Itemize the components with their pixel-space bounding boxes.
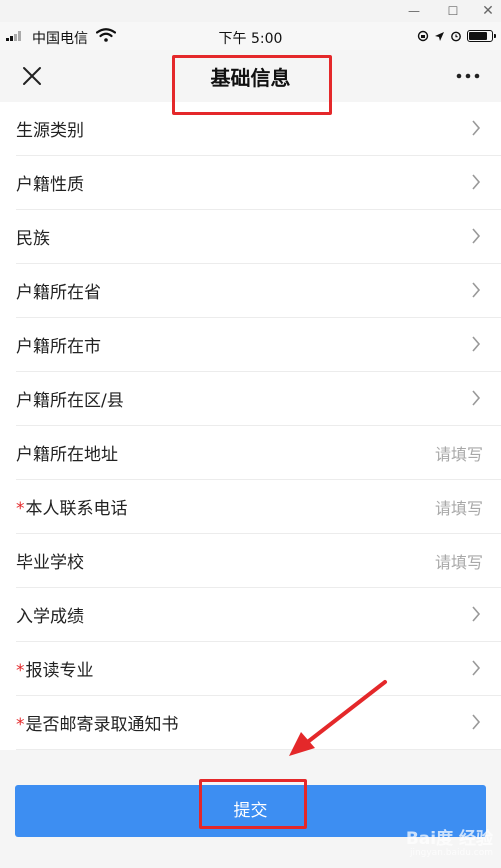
form-row-label: 生源类别 [16,116,84,141]
chevron-right-icon [472,282,481,298]
form-row-label: 户籍所在区/县 [16,386,124,411]
form-row-label-text: 报读专业 [25,661,94,681]
form-row-label: 户籍性质 [16,170,84,195]
chevron-right-icon [472,174,481,190]
baidu-watermark-logo: Bai度 经验 jingyan.baidu.com [403,812,493,862]
form-row[interactable]: 户籍性质 [16,156,501,210]
form-row-label-text: 本人联系电话 [25,499,128,519]
form-row-label: *本人联系电话 [16,494,128,519]
location-icon [435,31,444,41]
form-row[interactable]: 生源类别 [16,102,501,156]
chevron-right-icon [472,660,481,676]
form-row[interactable]: 户籍所在省 [16,264,501,318]
watermark-url: jingyan.baidu.com [409,848,493,858]
form-row-label: 户籍所在市 [16,332,101,357]
chevron-right-icon [472,228,481,244]
form-row[interactable]: *本人联系电话 请填写 [16,480,501,534]
window-close-icon[interactable]: ✕ [478,2,498,20]
form-row-label: 户籍所在省 [16,278,101,303]
battery-icon [467,30,496,42]
chevron-right-icon [472,336,481,352]
form-row-label: 毕业学校 [16,548,84,573]
form-row-label-text: 民族 [16,229,50,249]
chevron-right-icon [472,714,481,730]
required-mark: * [16,715,25,735]
form-row-label-text: 户籍所在省 [16,283,101,303]
form-row-label-text: 户籍所在市 [16,337,101,357]
form-row-label: 民族 [16,224,50,249]
required-mark: * [16,499,25,519]
submit-highlight-box [199,779,307,829]
form-row-label-text: 户籍所在区/县 [16,391,124,411]
watermark-text: Bai度 经验 [405,829,493,849]
form-row-label-text: 生源类别 [16,121,84,141]
form-row-label: 入学成绩 [16,602,84,627]
form-row-label-text: 入学成绩 [16,607,84,627]
form-row-label-text: 户籍性质 [16,175,84,195]
form-row-input-placeholder[interactable]: 请填写 [435,441,483,465]
chevron-right-icon [472,390,481,406]
status-bar: 中国电信 下午 5:00 [0,22,501,50]
form-row-input-placeholder[interactable]: 请填写 [435,549,483,573]
form-row[interactable]: 毕业学校 请填写 [16,534,501,588]
form-row[interactable]: 户籍所在区/县 [16,372,501,426]
form-row-label: *是否邮寄录取通知书 [16,710,179,735]
more-icon[interactable] [453,66,483,86]
maximize-icon[interactable]: ☐ [443,2,463,20]
form-row[interactable]: 户籍所在市 [16,318,501,372]
form-row-label-text: 是否邮寄录取通知书 [25,715,179,735]
form-row-label-text: 毕业学校 [16,553,84,573]
form-row-input-placeholder[interactable]: 请填写 [435,495,483,519]
rotation-lock-icon [417,30,429,42]
form-row-label: *报读专业 [16,656,94,681]
form-row[interactable]: 民族 [16,210,501,264]
annotation-arrow [289,680,387,756]
required-mark: * [16,661,25,681]
form-row-label: 户籍所在地址 [16,440,118,465]
form-list: 生源类别 户籍性质 民族 户籍所在省 户籍所在市 户籍所在区/县 户籍所在地址 请填写 *本人联… [0,102,501,750]
chevron-right-icon [472,606,481,622]
alarm-icon [451,31,461,42]
form-row[interactable]: *是否邮寄录取通知书 [16,696,501,750]
form-row-label-text: 户籍所在地址 [16,445,118,465]
form-row[interactable]: 户籍所在地址 请填写 [16,426,501,480]
form-row[interactable]: 入学成绩 [16,588,501,642]
chevron-right-icon [472,120,481,136]
form-row[interactable]: *报读专业 [16,642,501,696]
window-title-bar: — ☐ ✕ [0,0,501,22]
minimize-icon[interactable]: — [404,2,424,20]
